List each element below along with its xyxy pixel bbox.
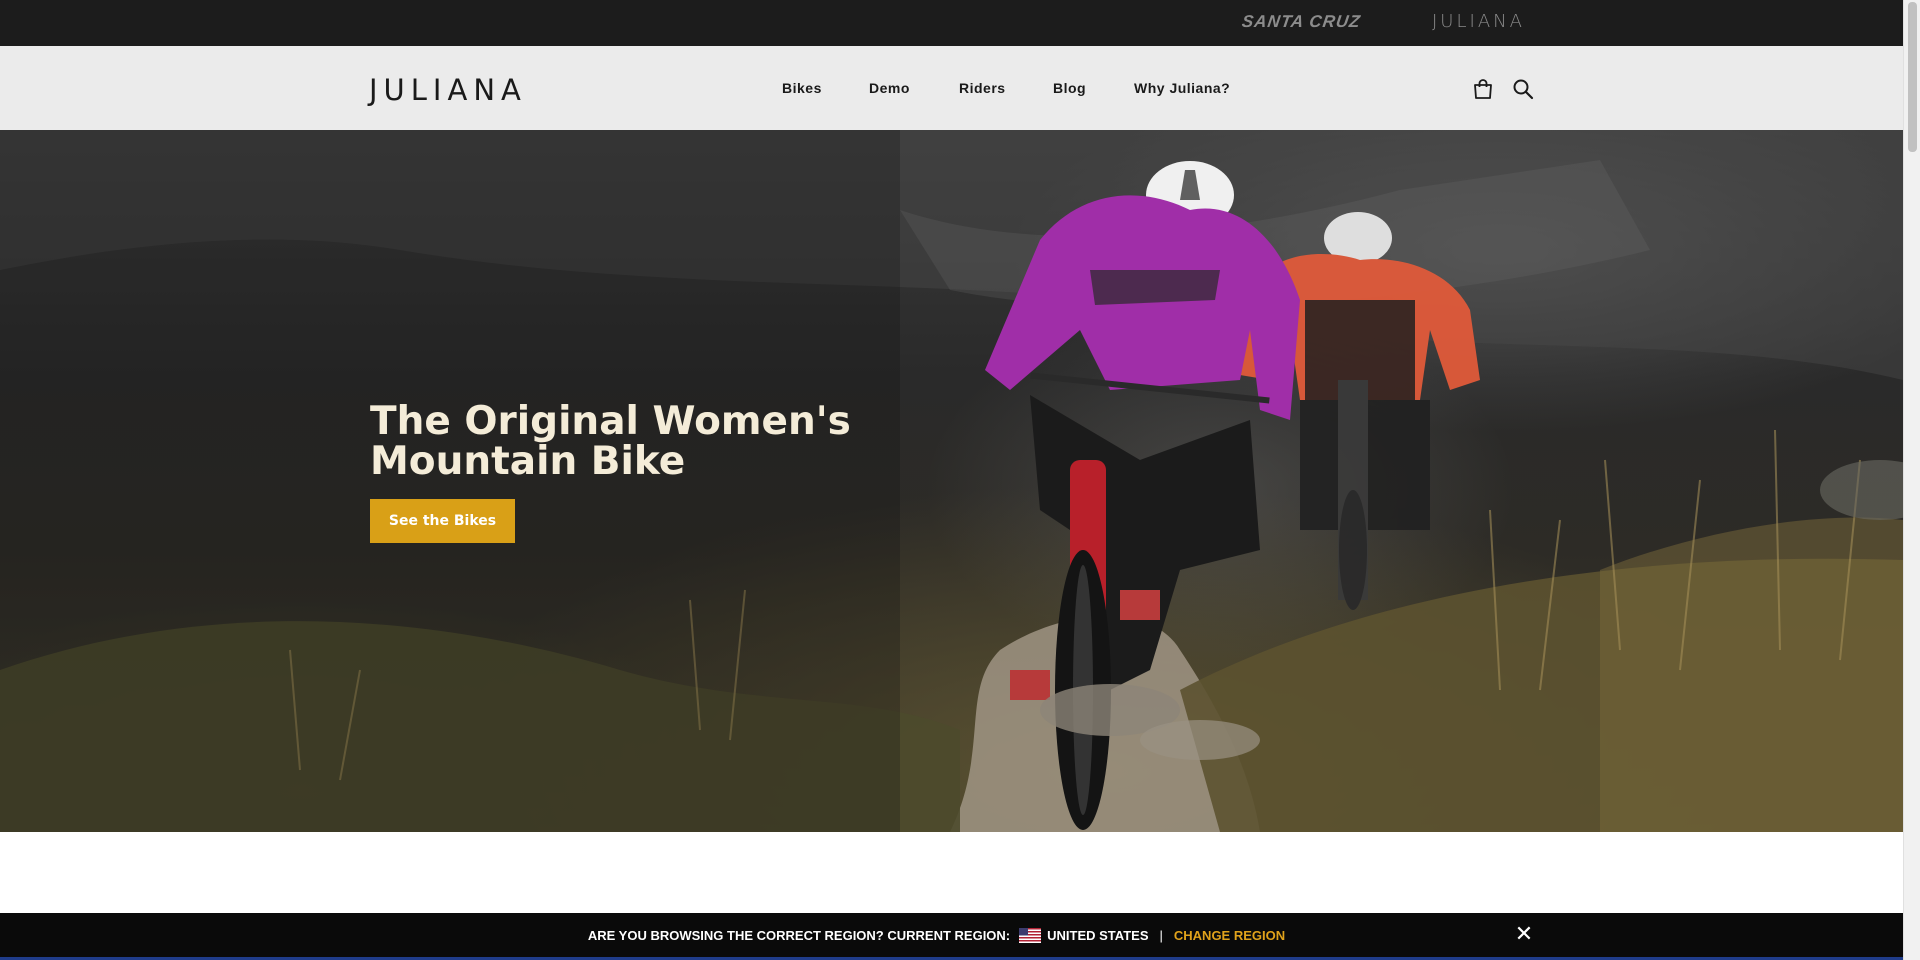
region-banner: ARE YOU BROWSING THE CORRECT REGION? CUR… xyxy=(0,913,1903,960)
shopping-bag-icon xyxy=(1474,79,1492,99)
hero-title: The Original Women's Mountain Bike xyxy=(370,399,851,484)
search-button[interactable] xyxy=(1510,76,1536,102)
hero-image xyxy=(0,130,1903,832)
cart-button[interactable] xyxy=(1470,76,1496,102)
scrollbar-thumb[interactable] xyxy=(1908,2,1917,152)
nav-item-bikes[interactable]: Bikes xyxy=(782,80,822,96)
region-message: ARE YOU BROWSING THE CORRECT REGION? CUR… xyxy=(0,913,1888,957)
juliana-logo[interactable]: JULIANA xyxy=(369,73,527,107)
see-the-bikes-button[interactable]: See the Bikes xyxy=(370,499,515,543)
hero-banner: The Original Women's Mountain Bike See t… xyxy=(0,130,1903,832)
nav-item-demo[interactable]: Demo xyxy=(869,80,910,96)
nav-item-blog[interactable]: Blog xyxy=(1053,80,1086,96)
close-icon[interactable]: ✕ xyxy=(1512,923,1536,947)
juliana-brand-link[interactable]: JULIANA xyxy=(1432,11,1525,32)
search-icon xyxy=(1513,79,1534,100)
brand-bar: SANTA CRUZ JULIANA xyxy=(0,0,1903,46)
current-region: UNITED STATES xyxy=(1047,927,1149,943)
santa-cruz-link[interactable]: SANTA CRUZ xyxy=(1241,12,1362,32)
nav-item-riders[interactable]: Riders xyxy=(959,80,1006,96)
region-separator: | xyxy=(1159,927,1163,943)
main-nav: JULIANA Bikes Demo Riders Blog Why Julia… xyxy=(0,46,1903,130)
change-region-link[interactable]: CHANGE REGION xyxy=(1174,928,1285,943)
nav-item-why-juliana[interactable]: Why Juliana? xyxy=(1134,80,1230,96)
region-prompt: ARE YOU BROWSING THE CORRECT REGION? CUR… xyxy=(587,927,1011,943)
page-scrollbar[interactable] xyxy=(1903,0,1920,960)
us-flag-icon xyxy=(1019,927,1042,943)
